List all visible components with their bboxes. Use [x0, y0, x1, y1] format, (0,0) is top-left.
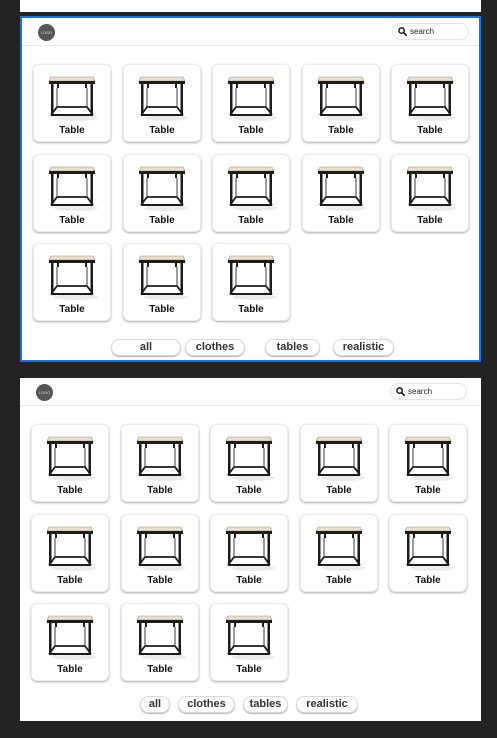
product-card[interactable]: Table	[389, 424, 467, 502]
table-image	[225, 615, 275, 660]
product-card[interactable]: Table	[210, 603, 288, 681]
artboard-selected[interactable]: LOGO search Table Table Table Table Table Tab…	[20, 16, 481, 362]
table-image	[138, 166, 188, 211]
product-label: Table	[415, 485, 441, 496]
product-label: Table	[57, 575, 83, 586]
filter-tables-button[interactable]: tables	[265, 339, 320, 356]
header: LOGO search	[22, 18, 479, 46]
product-card[interactable]: Table	[121, 603, 199, 681]
table-image	[136, 615, 186, 660]
product-card[interactable]: Table	[210, 514, 288, 592]
product-card[interactable]: Table	[123, 64, 201, 142]
filter-clothes-button[interactable]: clothes	[185, 339, 245, 356]
product-card[interactable]: Table	[389, 514, 467, 592]
product-card[interactable]: Table	[121, 514, 199, 592]
product-card[interactable]: Table	[123, 154, 201, 232]
product-label: Table	[149, 215, 175, 226]
product-label: Table	[236, 575, 262, 586]
product-card[interactable]: Table	[33, 243, 111, 321]
product-label: Table	[417, 215, 443, 226]
product-label: Table	[328, 215, 354, 226]
search-placeholder: search	[408, 387, 433, 396]
filter-realistic-button[interactable]: realistic	[333, 339, 394, 356]
product-label: Table	[59, 215, 85, 226]
product-label: Table	[238, 125, 264, 136]
product-label: Table	[147, 664, 173, 675]
product-card[interactable]: Table	[212, 64, 290, 142]
table-image	[136, 526, 186, 571]
search-placeholder: search	[410, 27, 435, 36]
search-icon	[396, 387, 405, 396]
table-image	[406, 166, 456, 211]
product-card[interactable]: Table	[210, 424, 288, 502]
product-card[interactable]: Table	[31, 603, 109, 681]
header: LOGO search	[20, 378, 481, 406]
product-card[interactable]: Table	[302, 64, 380, 142]
logo[interactable]: LOGO	[36, 384, 53, 401]
product-card[interactable]: Table	[212, 243, 290, 321]
product-label: Table	[59, 304, 85, 315]
table-image	[404, 526, 454, 571]
product-label: Table	[417, 125, 443, 136]
table-image	[315, 526, 365, 571]
product-card[interactable]: Table	[33, 64, 111, 142]
table-image	[46, 615, 96, 660]
product-card[interactable]: Table	[302, 154, 380, 232]
product-card[interactable]: Table	[31, 514, 109, 592]
product-label: Table	[147, 575, 173, 586]
table-image	[46, 436, 96, 481]
product-card[interactable]: Table	[123, 243, 201, 321]
table-image	[138, 255, 188, 300]
filter-realistic-button[interactable]: realistic	[296, 696, 358, 713]
product-label: Table	[238, 215, 264, 226]
product-label: Table	[149, 125, 175, 136]
product-label: Table	[326, 485, 352, 496]
product-card[interactable]: Table	[212, 154, 290, 232]
table-image	[317, 76, 367, 121]
product-card[interactable]: Table	[33, 154, 111, 232]
filter-clothes-button[interactable]: clothes	[178, 696, 235, 713]
table-image	[48, 76, 98, 121]
search-icon	[398, 27, 407, 36]
search-input[interactable]: search	[392, 23, 469, 40]
product-label: Table	[57, 664, 83, 675]
filter-all-button[interactable]: all	[111, 339, 181, 356]
table-image	[138, 76, 188, 121]
table-image	[317, 166, 367, 211]
table-image	[225, 526, 275, 571]
filter-tables-button[interactable]: tables	[243, 696, 288, 713]
previous-frame-edge	[20, 0, 481, 12]
product-label: Table	[57, 485, 83, 496]
product-card[interactable]: Table	[31, 424, 109, 502]
search-input[interactable]: search	[390, 383, 467, 400]
product-label: Table	[326, 575, 352, 586]
table-image	[46, 526, 96, 571]
product-card[interactable]: Table	[300, 514, 378, 592]
filter-all-button[interactable]: all	[140, 696, 170, 713]
product-label: Table	[236, 664, 262, 675]
table-image	[227, 255, 277, 300]
product-label: Table	[236, 485, 262, 496]
table-image	[227, 166, 277, 211]
product-label: Table	[59, 125, 85, 136]
product-card[interactable]: Table	[391, 154, 469, 232]
product-card[interactable]: Table	[391, 64, 469, 142]
table-image	[136, 436, 186, 481]
table-image	[404, 436, 454, 481]
table-image	[48, 166, 98, 211]
table-image	[315, 436, 365, 481]
product-label: Table	[149, 304, 175, 315]
artboard[interactable]: LOGO search Table Table Table Table Table Tab…	[20, 378, 481, 721]
product-label: Table	[415, 575, 441, 586]
table-image	[48, 255, 98, 300]
table-image	[406, 76, 456, 121]
logo[interactable]: LOGO	[38, 24, 55, 41]
table-image	[225, 436, 275, 481]
product-label: Table	[238, 304, 264, 315]
product-label: Table	[147, 485, 173, 496]
product-card[interactable]: Table	[121, 424, 199, 502]
product-card[interactable]: Table	[300, 424, 378, 502]
table-image	[227, 76, 277, 121]
product-label: Table	[328, 125, 354, 136]
